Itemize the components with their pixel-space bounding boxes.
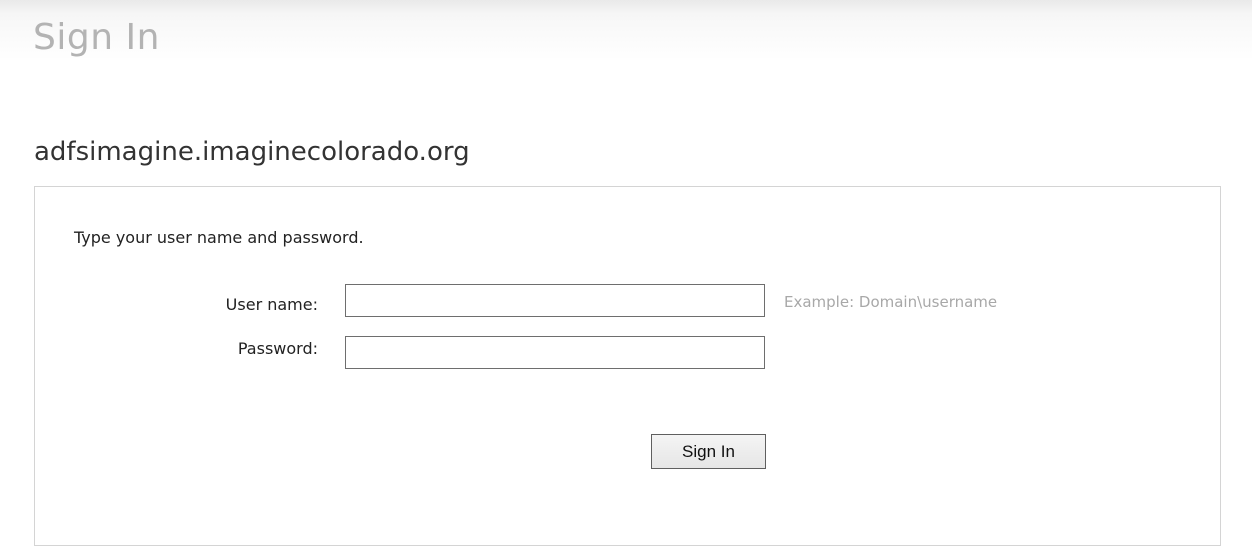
username-input[interactable] — [345, 284, 765, 317]
password-label-text: Password: — [237, 339, 318, 358]
header-band — [0, 0, 1252, 75]
site-name: adfsimagine.imaginecolorado.org — [34, 137, 470, 167]
password-input[interactable] — [345, 336, 765, 369]
page-title: Sign In — [33, 17, 160, 58]
username-label-text: User name: — [225, 295, 318, 314]
sign-in-button[interactable]: Sign In — [651, 434, 766, 469]
username-label: User name: — [178, 293, 318, 317]
password-label: Password: — [178, 337, 318, 361]
instructions-text: Type your user name and password. — [74, 228, 364, 247]
username-hint: Example: Domain\username — [784, 293, 998, 311]
